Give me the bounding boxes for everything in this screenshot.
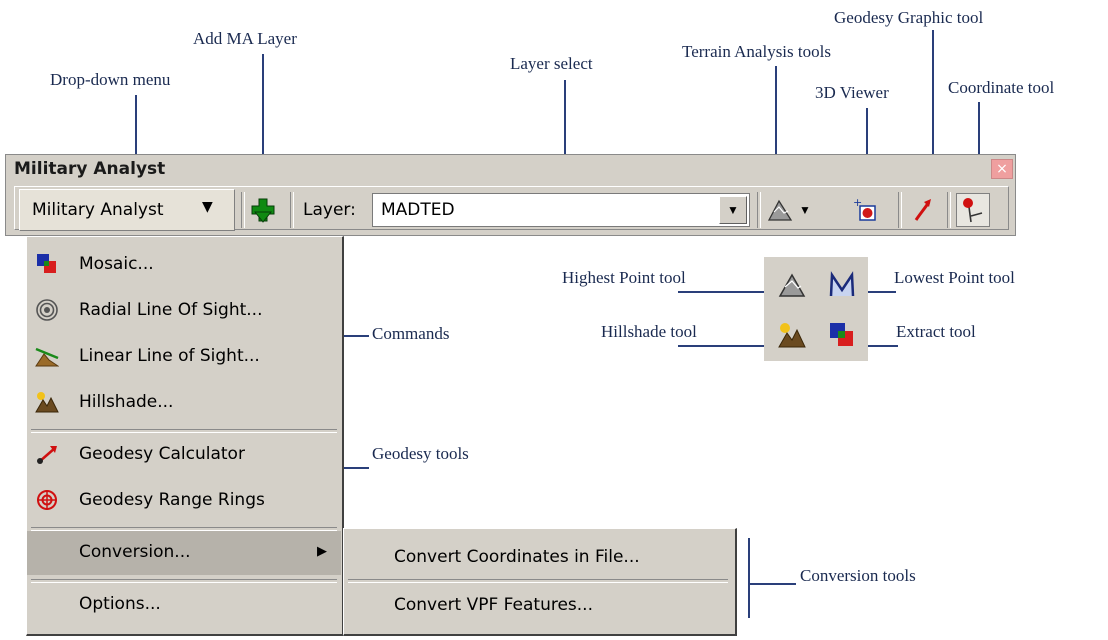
- callout-commands: Commands: [372, 324, 450, 343]
- add-ma-layer-button[interactable]: [246, 193, 280, 227]
- chevron-down-icon: ▼: [202, 199, 213, 215]
- hillshade-tool-button[interactable]: [768, 311, 816, 359]
- callout-conversion-tools: Conversion tools: [800, 566, 916, 585]
- bracket-line: [748, 538, 750, 618]
- callout-layer-select: Layer select: [510, 54, 593, 73]
- close-button[interactable]: ×: [991, 159, 1013, 179]
- range-rings-icon: [37, 490, 57, 510]
- coordinate-pin-icon: [963, 198, 983, 223]
- layer-label: Layer:: [303, 200, 356, 220]
- menu-item-geodesy-range-rings[interactable]: Geodesy Range Rings: [27, 479, 341, 523]
- mosaic-icon: [37, 254, 56, 273]
- terrain-icon: [767, 199, 793, 221]
- submenu-arrow-icon: ▶: [317, 544, 327, 559]
- layer-select-value: MADTED: [381, 200, 455, 220]
- 3d-viewer-icon: +: [853, 196, 876, 221]
- callout-dropdown-menu: Drop-down menu: [50, 70, 171, 89]
- geodesy-calculator-icon: [37, 446, 57, 464]
- extract-tool-button[interactable]: [818, 311, 866, 359]
- leader-line: [678, 291, 768, 293]
- linear-los-icon: [35, 347, 59, 367]
- lowest-point-button[interactable]: [818, 261, 866, 309]
- toolbar-separator: [898, 192, 902, 228]
- callout-geodesy-graphic: Geodesy Graphic tool: [834, 8, 984, 27]
- callout-terrain-analysis: Terrain Analysis tools: [682, 42, 831, 61]
- 3d-viewer-button[interactable]: +: [848, 193, 882, 227]
- terrain-analysis-button[interactable]: ▼: [764, 193, 814, 227]
- menu-item-label: Geodesy Range Rings: [79, 490, 265, 510]
- menu-item-label: Radial Line Of Sight...: [79, 300, 263, 320]
- leader-line: [135, 95, 137, 155]
- toolbar-separator: [241, 192, 245, 228]
- menu-item-label: Geodesy Calculator: [79, 444, 245, 464]
- layer-select-dropdown-button[interactable]: ▼: [719, 196, 747, 224]
- leader-line: [678, 345, 768, 347]
- geodesy-graphic-icon: [914, 199, 931, 221]
- menu-item-conversion[interactable]: Conversion... ▶: [27, 531, 341, 575]
- callout-lowest-point: Lowest Point tool: [894, 268, 1015, 287]
- callout-add-ma-layer: Add MA Layer: [193, 29, 297, 48]
- highest-point-icon: [778, 273, 806, 297]
- dropdown-label: Military Analyst: [32, 200, 164, 220]
- submenu-item-convert-coordinates[interactable]: Convert Coordinates in File...: [394, 547, 640, 567]
- menu-item-label: Conversion...: [79, 542, 191, 562]
- toolbar-separator: [290, 192, 294, 228]
- toolbar-title: Military Analyst: [14, 159, 166, 179]
- terrain-tools-palette: [764, 257, 868, 361]
- svg-text:+: +: [853, 196, 862, 209]
- callout-coordinate-tool: Coordinate tool: [948, 78, 1055, 97]
- menu-item-geodesy-calculator[interactable]: Geodesy Calculator: [27, 433, 341, 477]
- hillshade-icon: [778, 323, 806, 348]
- add-layer-icon: [251, 198, 275, 223]
- menu-item-hillshade[interactable]: Hillshade...: [27, 381, 341, 425]
- callout-3d-viewer: 3D Viewer: [815, 83, 889, 102]
- menu-item-options[interactable]: Options...: [27, 583, 341, 627]
- extract-icon: [830, 323, 853, 346]
- chevron-down-icon: ▼: [799, 203, 811, 217]
- hillshade-icon: [35, 392, 59, 413]
- radial-los-icon: [36, 299, 58, 321]
- leader-line: [866, 345, 898, 347]
- callout-geodesy-tools: Geodesy tools: [372, 444, 469, 463]
- menu-item-linear-line-of-sight[interactable]: Linear Line of Sight...: [27, 335, 341, 379]
- menu-item-radial-line-of-sight[interactable]: Radial Line Of Sight...: [27, 289, 341, 333]
- submenu-item-convert-vpf[interactable]: Convert VPF Features...: [394, 595, 593, 615]
- callout-extract-tool: Extract tool: [896, 322, 976, 341]
- bracket-line: [748, 583, 796, 585]
- lowest-point-icon: [829, 271, 855, 297]
- military-analyst-dropdown[interactable]: Military Analyst ▼: [19, 189, 235, 231]
- leader-line: [866, 291, 896, 293]
- menu-item-label: Mosaic...: [79, 254, 154, 274]
- menu-item-label: Options...: [79, 594, 161, 614]
- callout-hillshade-tool: Hillshade tool: [601, 322, 697, 341]
- toolbar-separator: [947, 192, 951, 228]
- conversion-submenu: Convert Coordinates in File... Convert V…: [343, 528, 737, 636]
- toolbar-separator: [757, 192, 761, 228]
- layer-select[interactable]: MADTED ▼: [372, 193, 750, 227]
- menu-item-mosaic[interactable]: Mosaic...: [27, 243, 341, 287]
- military-analyst-menu: Mosaic... Radial Line Of Sight... Linear…: [26, 236, 344, 636]
- highest-point-button[interactable]: [768, 261, 816, 309]
- close-icon: ×: [996, 161, 1008, 177]
- chevron-down-icon: ▼: [727, 203, 739, 217]
- menu-item-label: Hillshade...: [79, 392, 174, 412]
- menu-separator: [348, 579, 728, 583]
- coordinate-tool-button[interactable]: [956, 193, 990, 227]
- callout-highest-point: Highest Point tool: [562, 268, 686, 287]
- menu-item-label: Linear Line of Sight...: [79, 346, 260, 366]
- geodesy-graphic-button[interactable]: [906, 193, 940, 227]
